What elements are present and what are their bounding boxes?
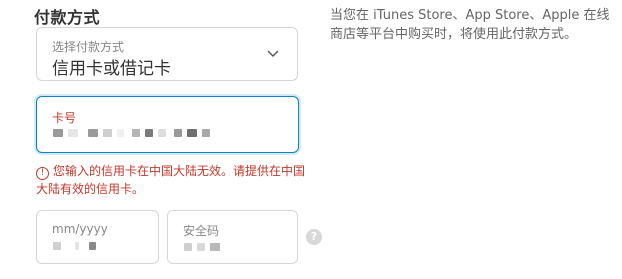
card-number-label: 卡号	[52, 111, 77, 125]
section-title: 付款方式	[34, 8, 101, 27]
payment-method-label: 选择付款方式	[52, 40, 125, 54]
expiry-date-placeholder: mm/yyyy	[52, 222, 108, 236]
question-circle-icon[interactable]: ?	[306, 229, 322, 245]
card-error-message: ! 您输入的信用卡在中国大陆无效。请提供在中国大陆有效的信用卡。	[36, 162, 306, 198]
expiry-date-masked-value	[53, 241, 101, 251]
payment-method-select[interactable]: 选择付款方式 信用卡或借记卡	[36, 27, 298, 81]
payment-form-page: 付款方式 选择付款方式 信用卡或借记卡 卡号 ! 您输入的信用卡在中国大陆无效。请…	[0, 0, 622, 279]
card-number-masked-value	[53, 128, 215, 138]
chevron-down-icon	[267, 50, 279, 57]
payment-method-value: 信用卡或借记卡	[52, 59, 171, 79]
security-code-label: 安全码	[183, 224, 220, 238]
card-error-text: 您输入的信用卡在中国大陆无效。请提供在中国大陆有效的信用卡。	[36, 164, 306, 196]
security-code-field[interactable]: 安全码	[167, 210, 298, 264]
card-number-field[interactable]: 卡号	[36, 96, 299, 153]
expiry-date-field[interactable]: mm/yyyy	[36, 210, 159, 264]
alert-circle-icon: !	[36, 167, 49, 180]
payment-info-text: 当您在 iTunes Store、App Store、Apple 在线商店等平台…	[330, 8, 610, 42]
security-code-masked-value	[184, 242, 225, 252]
